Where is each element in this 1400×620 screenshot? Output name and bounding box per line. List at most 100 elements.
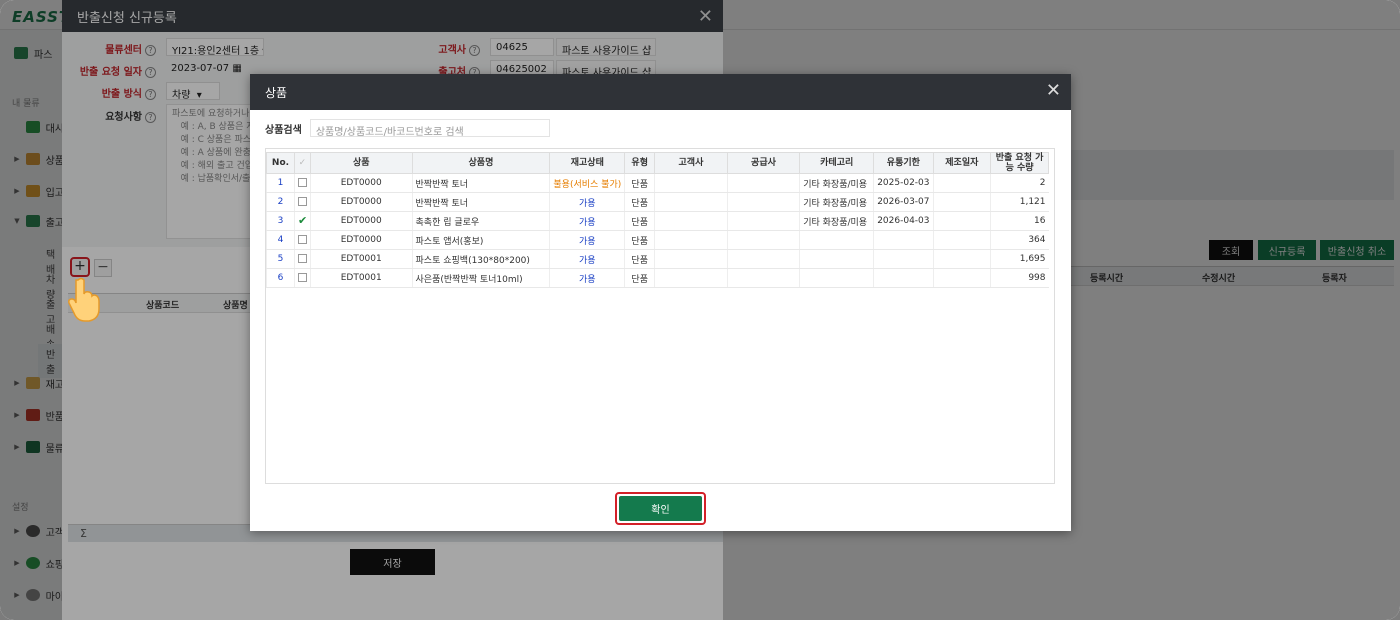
checkbox-icon[interactable] — [297, 273, 307, 282]
product-name: 파스토 앱서(홍보) — [411, 230, 550, 250]
expiry-date — [873, 268, 934, 288]
product-type: 단품 — [624, 268, 655, 288]
confirm-button[interactable]: 확인 — [619, 496, 702, 521]
row-checkbox[interactable] — [293, 173, 311, 193]
checkbox-checked-icon[interactable]: ✔ — [297, 215, 307, 226]
product-table: No. ✓ 상품 상품명 재고상태 유형 고객사 공급사 카테고리 유통기한 제… — [265, 148, 1055, 484]
product-search: 상품검색 상품명/상품코드/바코드번호로 검색 — [265, 119, 550, 138]
col-available-qty: 반출 요청 가능 수량 — [990, 152, 1049, 174]
product-code: EDT0000 — [309, 173, 413, 193]
mfg-date — [932, 211, 991, 231]
product-code: EDT0001 — [309, 249, 413, 269]
stock-status: 가용 — [549, 211, 625, 231]
table-row[interactable]: 5 EDT0001 파스토 쇼핑백(130*80*200) 가용 단품 1,695 — [266, 249, 1049, 269]
product-name: 반짝반짝 토너 — [411, 173, 550, 193]
modal-header: 상품 ✕ — [250, 74, 1071, 110]
row-checkbox[interactable]: ✔ — [293, 211, 311, 231]
supplier — [726, 173, 800, 193]
row-no: 1 — [266, 173, 295, 193]
close-icon[interactable]: ✕ — [1046, 82, 1061, 100]
col-check[interactable]: ✓ — [293, 152, 311, 174]
product-name: 반짝반짝 토너 — [411, 192, 550, 212]
stock-status: 불용(서비스 불가) — [549, 173, 625, 193]
checkbox-icon[interactable] — [297, 235, 307, 244]
col-stock-status: 재고상태 — [549, 152, 626, 174]
mfg-date — [932, 173, 991, 193]
product-grid: No. ✓ 상품 상품명 재고상태 유형 고객사 공급사 카테고리 유통기한 제… — [266, 152, 1049, 288]
category — [799, 249, 874, 269]
available-qty: 998 — [990, 268, 1049, 288]
available-qty: 1,695 — [990, 249, 1049, 269]
stock-status: 가용 — [549, 268, 625, 288]
product-name: 사은품(반짝반짝 토너10ml) — [411, 268, 550, 288]
product-type: 단품 — [624, 211, 655, 231]
product-name: 파스토 쇼핑백(130*80*200) — [411, 249, 550, 269]
category: 기타 화장품/미용 — [799, 173, 874, 193]
product-name: 촉촉한 립 글로우 — [411, 211, 550, 231]
row-checkbox[interactable] — [293, 192, 311, 212]
customer — [654, 211, 728, 231]
customer — [654, 230, 728, 250]
row-checkbox[interactable] — [293, 249, 311, 269]
mfg-date — [932, 192, 991, 212]
mfg-date — [932, 249, 991, 269]
col-no: No. — [266, 152, 295, 174]
checkbox-icon[interactable] — [297, 197, 307, 206]
stock-status: 가용 — [549, 230, 625, 250]
available-qty: 364 — [990, 230, 1049, 250]
product-type: 단품 — [624, 173, 655, 193]
customer — [654, 192, 728, 212]
table-row[interactable]: 2 EDT0000 반짝반짝 토너 가용 단품 기타 화장품/미용 2026-03-07 1,… — [266, 192, 1049, 212]
table-row[interactable]: 1 EDT0000 반짝반짝 토너 불용(서비스 불가) 단품 기타 화장품/미용 2025… — [266, 173, 1049, 193]
col-product-name: 상품명 — [411, 152, 551, 174]
row-no: 2 — [266, 192, 295, 212]
product-code: EDT0000 — [309, 211, 413, 231]
stock-status: 가용 — [549, 249, 625, 269]
customer — [654, 268, 728, 288]
available-qty: 1,121 — [990, 192, 1049, 212]
customer — [654, 249, 728, 269]
screen: EASST 파스 내 물류 대시 ▶상품 ▶입고 ▼출고 택배 차량 출고 배송… — [0, 0, 1400, 620]
available-qty: 16 — [990, 211, 1049, 231]
col-expiry: 유통기한 — [873, 152, 934, 174]
category — [799, 268, 874, 288]
col-customer: 고객사 — [654, 152, 728, 174]
category: 기타 화장품/미용 — [799, 211, 874, 231]
expiry-date: 2026-04-03 — [873, 211, 934, 231]
supplier — [726, 230, 800, 250]
row-no: 6 — [266, 268, 295, 288]
product-type: 단품 — [624, 249, 655, 269]
supplier — [726, 192, 800, 212]
row-no: 5 — [266, 249, 295, 269]
modal-title: 상품 — [265, 85, 288, 100]
row-checkbox[interactable] — [293, 268, 311, 288]
confirm-highlight: 확인 — [615, 492, 706, 525]
search-label: 상품검색 — [265, 124, 302, 136]
row-no: 3 — [266, 211, 295, 231]
category: 기타 화장품/미용 — [799, 192, 874, 212]
search-input[interactable]: 상품명/상품코드/바코드번호로 검색 — [309, 119, 550, 138]
category — [799, 230, 874, 250]
checkbox-icon[interactable] — [297, 178, 307, 187]
table-row[interactable]: 3 ✔ EDT0000 촉촉한 립 글로우 가용 단품 기타 화장품/미용 2026-04-0… — [266, 211, 1049, 231]
pointer-hand-icon — [68, 277, 100, 322]
row-checkbox[interactable] — [293, 230, 311, 250]
product-type: 단품 — [624, 192, 655, 212]
col-mfg-date: 제조일자 — [932, 152, 992, 174]
expiry-date — [873, 249, 934, 269]
supplier — [726, 211, 800, 231]
col-category: 카테고리 — [799, 152, 875, 174]
col-product: 상품 — [309, 152, 413, 174]
mfg-date — [932, 230, 991, 250]
product-modal: 상품 ✕ 상품검색 상품명/상품코드/바코드번호로 검색 No. ✓ 상품 상품… — [250, 74, 1071, 531]
mfg-date — [932, 268, 991, 288]
table-row[interactable]: 4 EDT0000 파스토 앱서(홍보) 가용 단품 364 — [266, 230, 1049, 250]
table-row[interactable]: 6 EDT0001 사은품(반짝반짝 토너10ml) 가용 단품 998 — [266, 268, 1049, 288]
checkbox-icon[interactable] — [297, 254, 307, 263]
product-type: 단품 — [624, 230, 655, 250]
supplier — [726, 249, 800, 269]
product-code: EDT0000 — [309, 192, 413, 212]
stock-status: 가용 — [549, 192, 625, 212]
col-supplier: 공급사 — [726, 152, 801, 174]
product-code: EDT0000 — [309, 230, 413, 250]
